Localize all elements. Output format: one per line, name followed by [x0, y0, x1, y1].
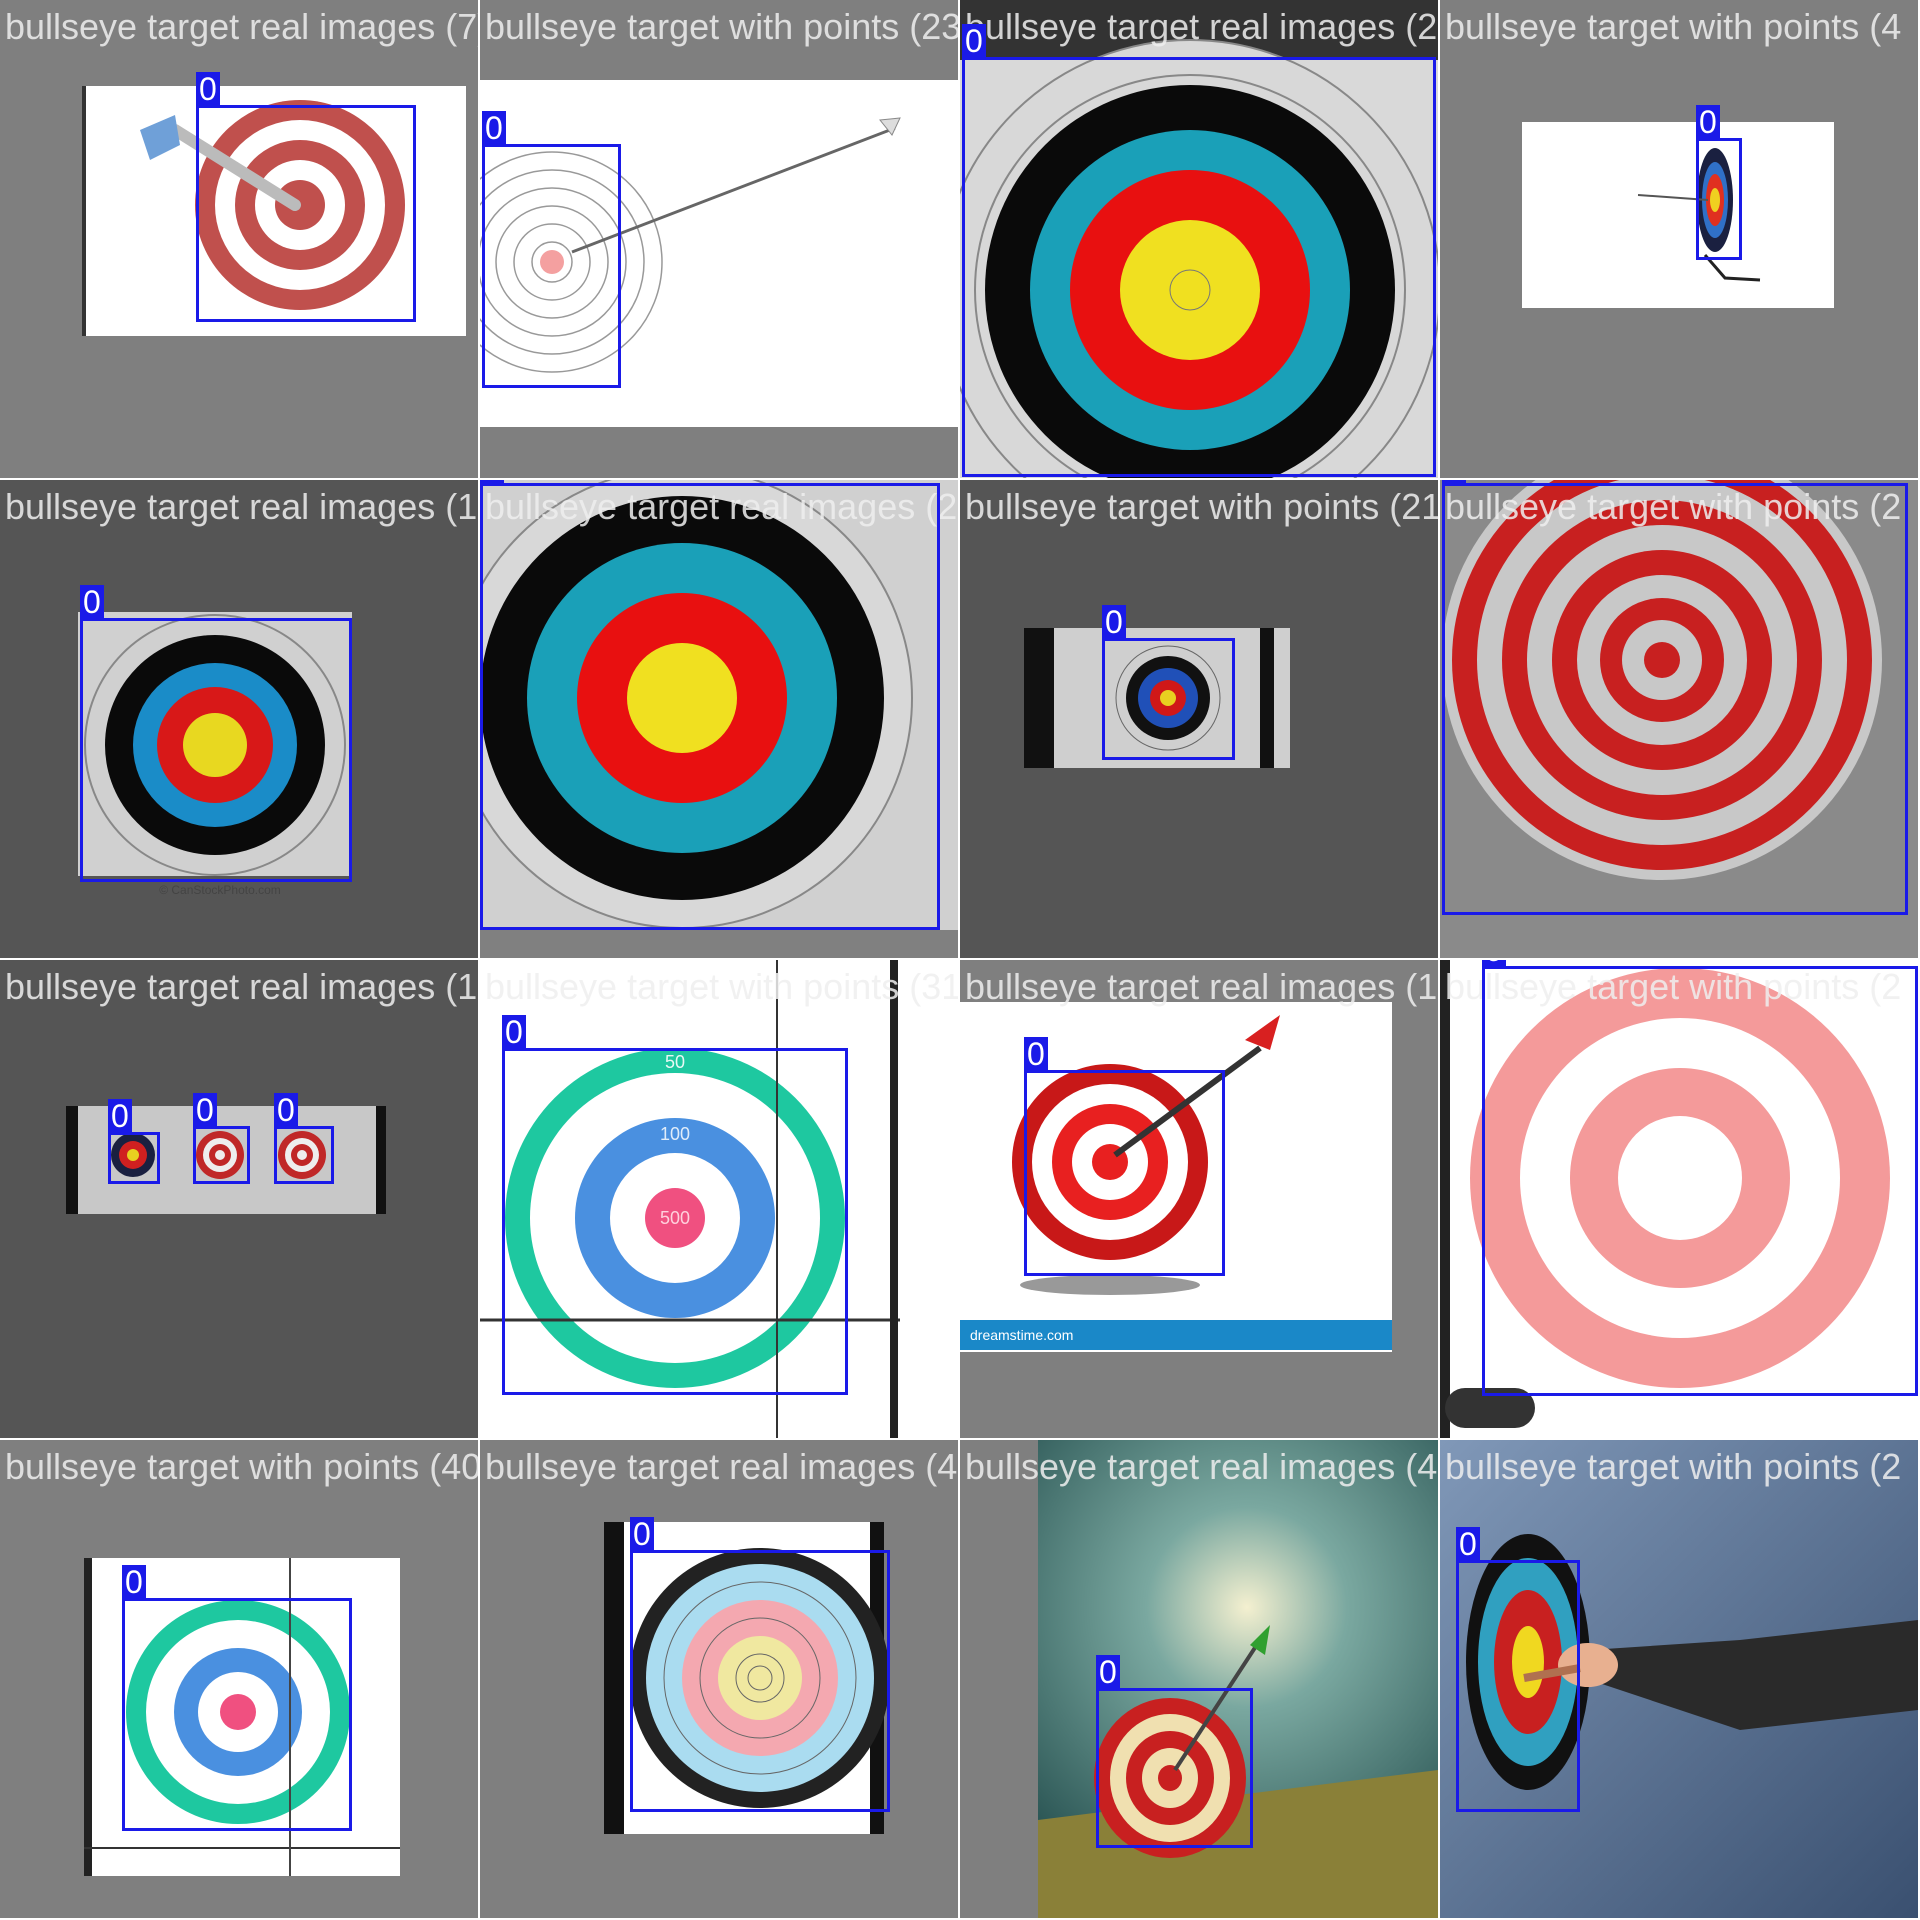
image-tile: dreamstime.com bullseye target real imag…	[960, 960, 1438, 1438]
target-image	[66, 1106, 386, 1214]
target-image	[1522, 122, 1834, 308]
class-label: 0	[108, 1099, 132, 1133]
detection-box: 0	[482, 111, 621, 388]
image-tile: bullseye target real images (44).jpeg 0	[480, 1440, 958, 1918]
class-label: 0	[196, 72, 220, 106]
detection-box: 0	[480, 480, 940, 930]
class-label: 0	[1696, 105, 1720, 139]
detection-box: 0	[502, 1015, 848, 1395]
image-tile: bullseye target real images (27).jpeg 0	[960, 0, 1438, 478]
detection-box: 0	[80, 585, 352, 882]
class-label: 0	[80, 585, 104, 619]
image-tile: bullseye target with points (230).jpeg 0	[480, 0, 958, 478]
image-tile: bullseye target with points (213).jpeg 0	[960, 480, 1438, 958]
class-label: 0	[1482, 960, 1506, 967]
image-filename: bullseye target real images (47).jpeg	[965, 1446, 1438, 1487]
image-tile: bullseye target with points (2 0	[1440, 480, 1918, 958]
class-label: 0	[502, 1015, 526, 1049]
class-label: 0	[480, 480, 504, 484]
image-filename: bullseye target real images (107).jpg	[5, 486, 478, 527]
image-tile: bullseye target real images (47).jpeg 0	[960, 1440, 1438, 1918]
image-tile: © CanStockPhoto.com bullseye target real…	[0, 480, 478, 958]
detection-box: 0	[108, 1099, 160, 1184]
detection-box: 0	[962, 24, 1436, 477]
image-filename: bullseye target with points (230).jpeg	[485, 6, 958, 47]
image-filename: bullseye target real images (44).jpeg	[485, 1446, 958, 1487]
image-tile: 50 100 500 bullseye target with points (…	[480, 960, 958, 1438]
detection-box: 0	[1456, 1527, 1580, 1812]
class-label: 0	[1442, 480, 1466, 484]
image-filename: bullseye target real images (10).jpeg	[965, 966, 1438, 1007]
image-tile: bullseye target real images (7).jpg 0	[0, 0, 478, 478]
dreamstime-footer: dreamstime.com	[970, 1327, 1073, 1343]
image-tile: bullseye target with points (2 0	[1440, 960, 1918, 1438]
class-label: 0	[482, 111, 506, 145]
class-label: 0	[274, 1093, 298, 1127]
image-filename: bullseye target real images (104).jpg	[5, 966, 478, 1007]
detection-box: 0	[1482, 960, 1918, 1396]
image-filename: bullseye target with points (312).jpeg	[485, 966, 958, 1007]
detection-box: 0	[193, 1093, 250, 1184]
image-tile: bullseye target real images (104).jpg 0 …	[0, 960, 478, 1438]
class-label: 0	[962, 24, 986, 58]
image-tile: bullseye target real images (27).jpeg 0	[480, 480, 958, 958]
detection-box: 0	[1096, 1655, 1253, 1848]
detection-box: 0	[274, 1093, 334, 1184]
detection-box: 0	[1024, 1037, 1225, 1276]
class-label: 0	[1024, 1037, 1048, 1071]
mosaic-grid: bullseye target real images (7).jpg 0 bu…	[0, 0, 1920, 1920]
class-label: 0	[1456, 1527, 1480, 1561]
detection-box: 0	[196, 72, 416, 322]
image-filename: bullseye target real images (7).jpg	[5, 6, 478, 47]
detection-box: 0	[1696, 105, 1742, 260]
class-label: 0	[630, 1517, 654, 1551]
image-filename: bullseye target with points (4	[1445, 6, 1902, 47]
image-tile: bullseye target with points (403).jpeg 0	[0, 1440, 478, 1918]
class-label: 0	[193, 1093, 217, 1127]
image-filename: bullseye target with points (403).jpeg	[5, 1446, 478, 1487]
detection-box: 0	[630, 1517, 890, 1812]
image-tile: bullseye target with points (2 0	[1440, 1440, 1918, 1918]
image-filename: bullseye target with points (213).jpeg	[965, 486, 1438, 527]
class-label: 0	[122, 1565, 146, 1599]
detection-box: 0	[1102, 605, 1235, 760]
image-filename: bullseye target with points (2	[1445, 1446, 1902, 1487]
detection-box: 0	[122, 1565, 352, 1831]
image-tile: bullseye target with points (4 0	[1440, 0, 1918, 478]
image-filename: bullseye target real images (27).jpeg	[965, 6, 1438, 47]
detection-box: 0	[1442, 480, 1908, 915]
watermark-text: © CanStockPhoto.com	[159, 883, 281, 897]
class-label: 0	[1102, 605, 1126, 639]
class-label: 0	[1096, 1655, 1120, 1689]
